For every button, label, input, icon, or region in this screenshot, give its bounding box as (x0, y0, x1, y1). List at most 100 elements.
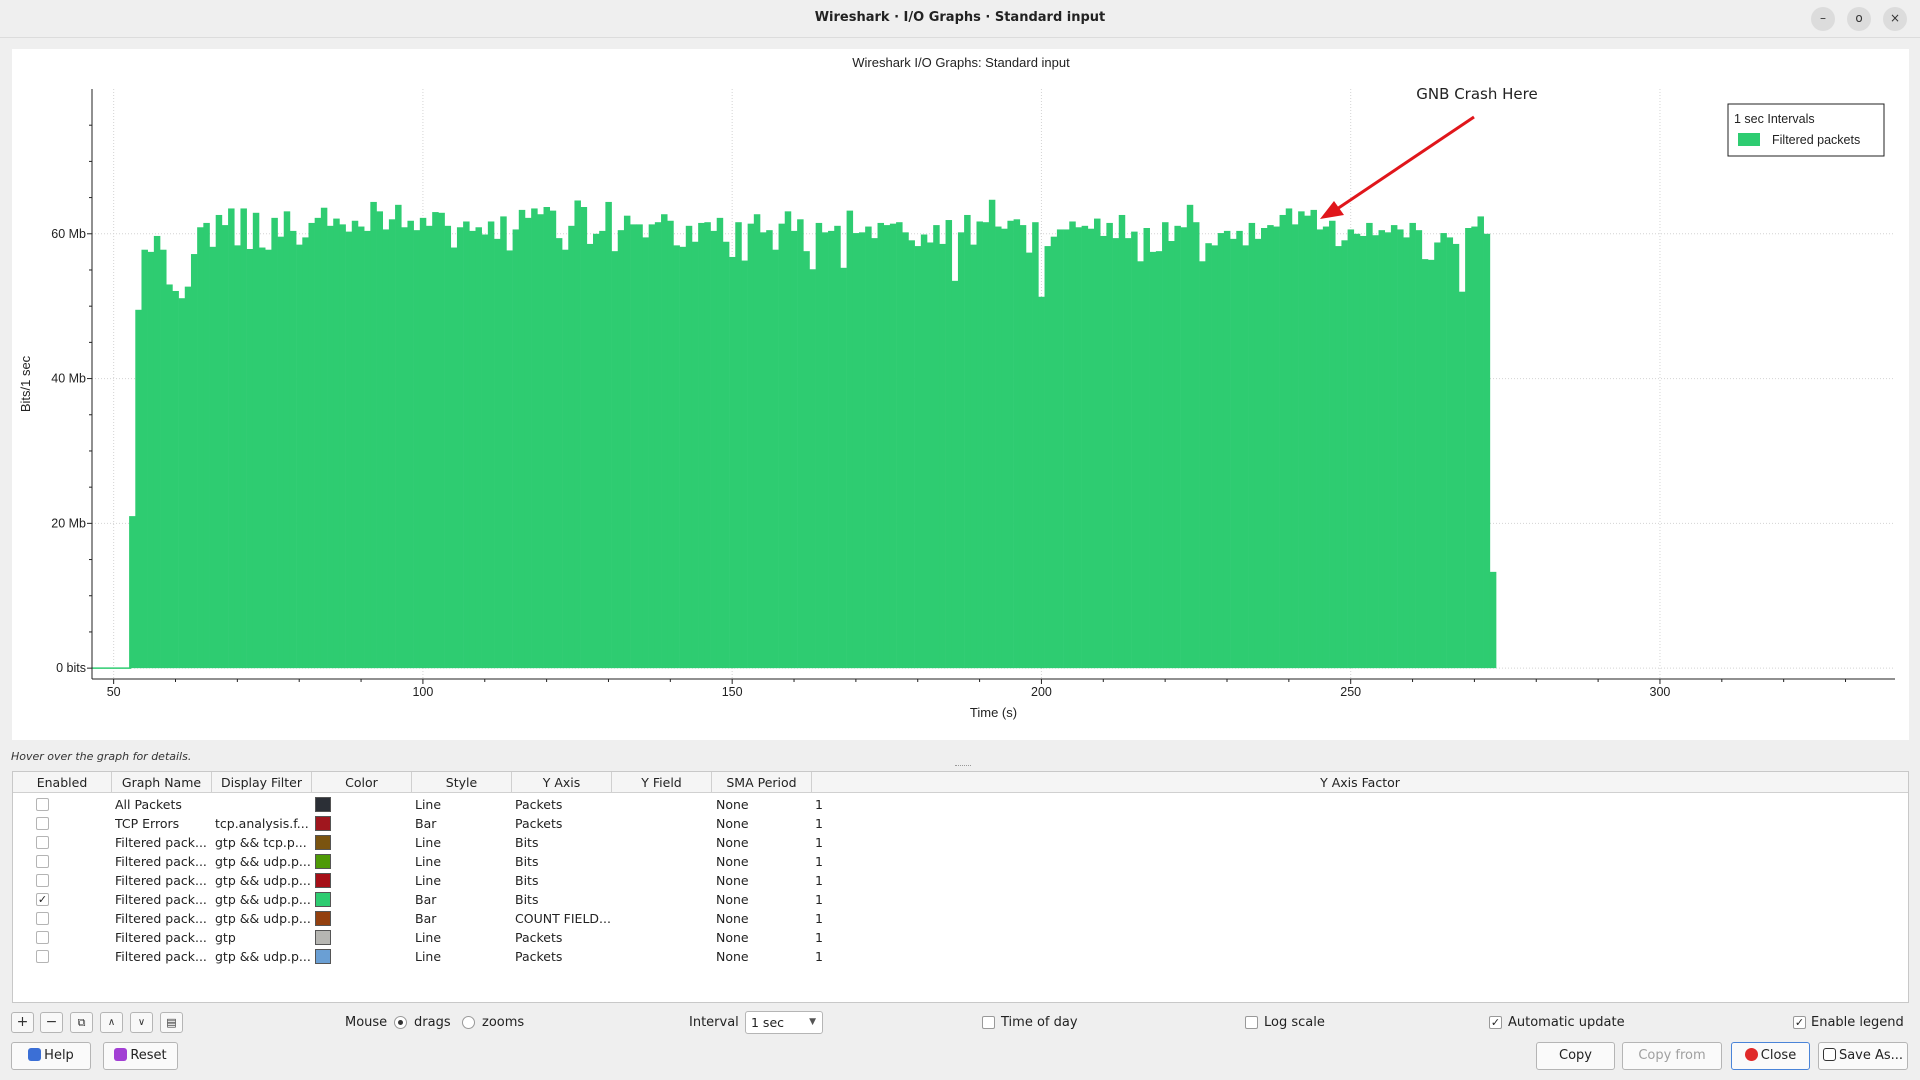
col-sma-period[interactable]: SMA Period (712, 772, 812, 793)
color-swatch[interactable] (315, 816, 331, 831)
y-field-cell[interactable] (615, 909, 711, 928)
color-swatch[interactable] (315, 873, 331, 888)
y-field-cell[interactable] (615, 871, 711, 890)
graph-name-cell[interactable]: Filtered pack... (115, 928, 211, 947)
automatic-update-label[interactable]: Automatic update (1508, 1015, 1625, 1030)
table-row[interactable]: ✓ Filtered pack... gtp && udp.p... Bar Bits N… (13, 890, 1908, 909)
y-axis-cell[interactable]: Bits (515, 890, 611, 909)
close-button[interactable]: Close (1731, 1042, 1810, 1070)
interval-select[interactable]: 1 sec ▼ (745, 1011, 823, 1034)
col-graph-name[interactable]: Graph Name (112, 772, 212, 793)
style-cell[interactable]: Bar (415, 890, 511, 909)
time-of-day-checkbox[interactable] (982, 1016, 995, 1029)
style-cell[interactable]: Line (415, 852, 511, 871)
enable-legend-checkbox[interactable]: ✓ (1793, 1016, 1806, 1029)
style-cell[interactable]: Line (415, 871, 511, 890)
clear-icon[interactable]: ▤ (160, 1012, 183, 1033)
io-graph-plot[interactable]: Wireshark I/O Graphs: Standard input 50 1… (12, 49, 1909, 740)
display-filter-cell[interactable]: gtp && udp.p... (215, 852, 311, 871)
y-axis-factor-cell[interactable]: 1 (815, 909, 911, 928)
graph-name-cell[interactable]: All Packets (115, 795, 211, 814)
close-window-button[interactable]: × (1883, 7, 1907, 31)
table-row[interactable]: All Packets Line Packets None 1 (13, 795, 1908, 814)
reset-button[interactable]: Reset (103, 1042, 178, 1070)
graph-name-cell[interactable]: Filtered pack... (115, 947, 211, 966)
enabled-checkbox[interactable] (36, 798, 49, 811)
graph-name-cell[interactable]: Filtered pack... (115, 871, 211, 890)
graph-name-cell[interactable]: Filtered pack... (115, 890, 211, 909)
col-y-field[interactable]: Y Field (612, 772, 712, 793)
table-row[interactable]: TCP Errors tcp.analysis.f... Bar Packets Non… (13, 814, 1908, 833)
y-axis-factor-cell[interactable]: 1 (815, 947, 911, 966)
y-axis-cell[interactable]: Packets (515, 947, 611, 966)
color-swatch[interactable] (315, 949, 331, 964)
style-cell[interactable]: Line (415, 833, 511, 852)
style-cell[interactable]: Line (415, 947, 511, 966)
style-cell[interactable]: Line (415, 795, 511, 814)
enable-legend-label[interactable]: Enable legend (1811, 1015, 1904, 1030)
y-field-cell[interactable] (615, 947, 711, 966)
style-cell[interactable]: Bar (415, 814, 511, 833)
col-color[interactable]: Color (312, 772, 412, 793)
graph-name-cell[interactable]: Filtered pack... (115, 852, 211, 871)
display-filter-cell[interactable]: gtp && udp.p... (215, 871, 311, 890)
log-scale-label[interactable]: Log scale (1264, 1015, 1325, 1030)
y-axis-factor-cell[interactable]: 1 (815, 928, 911, 947)
sma-period-cell[interactable]: None (716, 833, 812, 852)
copy-graph-icon[interactable]: ⧉ (70, 1012, 93, 1033)
y-axis-factor-cell[interactable]: 1 (815, 890, 911, 909)
drags-label[interactable]: drags (414, 1015, 451, 1030)
copy-button[interactable]: Copy (1536, 1042, 1615, 1070)
y-field-cell[interactable] (615, 795, 711, 814)
col-y-axis[interactable]: Y Axis (512, 772, 612, 793)
y-axis-factor-cell[interactable]: 1 (815, 814, 911, 833)
y-field-cell[interactable] (615, 833, 711, 852)
splitter-handle[interactable] (955, 765, 971, 769)
table-row[interactable]: Filtered pack... gtp && udp.p... Line Packe… (13, 947, 1908, 966)
color-swatch[interactable] (315, 854, 331, 869)
table-row[interactable]: Filtered pack... gtp && tcp.p... Line Bits N… (13, 833, 1908, 852)
remove-icon[interactable]: − (40, 1012, 63, 1033)
y-axis-cell[interactable]: COUNT FIELD... (515, 909, 611, 928)
graph-name-cell[interactable]: TCP Errors (115, 814, 211, 833)
graph-panel[interactable]: Wireshark I/O Graphs: Standard input 50 1… (12, 49, 1909, 740)
enabled-checkbox[interactable] (36, 817, 49, 830)
zooms-label[interactable]: zooms (482, 1015, 524, 1030)
y-field-cell[interactable] (615, 852, 711, 871)
y-axis-cell[interactable]: Packets (515, 928, 611, 947)
enabled-checkbox[interactable] (36, 855, 49, 868)
y-axis-cell[interactable]: Bits (515, 833, 611, 852)
color-swatch[interactable] (315, 797, 331, 812)
display-filter-cell[interactable]: gtp && udp.p... (215, 909, 311, 928)
color-swatch[interactable] (315, 911, 331, 926)
sma-period-cell[interactable]: None (716, 795, 812, 814)
graph-name-cell[interactable]: Filtered pack... (115, 833, 211, 852)
sma-period-cell[interactable]: None (716, 928, 812, 947)
display-filter-cell[interactable]: gtp && tcp.p... (215, 833, 311, 852)
y-field-cell[interactable] (615, 928, 711, 947)
table-row[interactable]: Filtered pack... gtp && udp.p... Bar COUNT … (13, 909, 1908, 928)
graph-table[interactable]: Enabled Graph Name Display Filter Color … (12, 771, 1909, 1003)
save-as-button[interactable]: Save As... (1818, 1042, 1908, 1070)
drags-radio[interactable] (394, 1016, 407, 1029)
zooms-radio[interactable] (462, 1016, 475, 1029)
enabled-checkbox[interactable] (36, 912, 49, 925)
display-filter-cell[interactable]: tcp.analysis.f... (215, 814, 311, 833)
enabled-checkbox[interactable] (36, 836, 49, 849)
style-cell[interactable]: Line (415, 928, 511, 947)
automatic-update-checkbox[interactable]: ✓ (1489, 1016, 1502, 1029)
display-filter-cell[interactable]: gtp && udp.p... (215, 947, 311, 966)
col-display-filter[interactable]: Display Filter (212, 772, 312, 793)
log-scale-checkbox[interactable] (1245, 1016, 1258, 1029)
y-axis-factor-cell[interactable]: 1 (815, 852, 911, 871)
y-axis-factor-cell[interactable]: 1 (815, 871, 911, 890)
table-row[interactable]: Filtered pack... gtp && udp.p... Line Bits N… (13, 852, 1908, 871)
table-row[interactable]: Filtered pack... gtp && udp.p... Line Bits N… (13, 871, 1908, 890)
sma-period-cell[interactable]: None (716, 909, 812, 928)
col-y-axis-factor[interactable]: Y Axis Factor (812, 772, 1908, 793)
add-icon[interactable]: + (11, 1012, 34, 1033)
y-axis-factor-cell[interactable]: 1 (815, 833, 911, 852)
help-button[interactable]: Help (11, 1042, 91, 1070)
move-down-icon[interactable]: ∨ (130, 1012, 153, 1033)
color-swatch[interactable] (315, 930, 331, 945)
